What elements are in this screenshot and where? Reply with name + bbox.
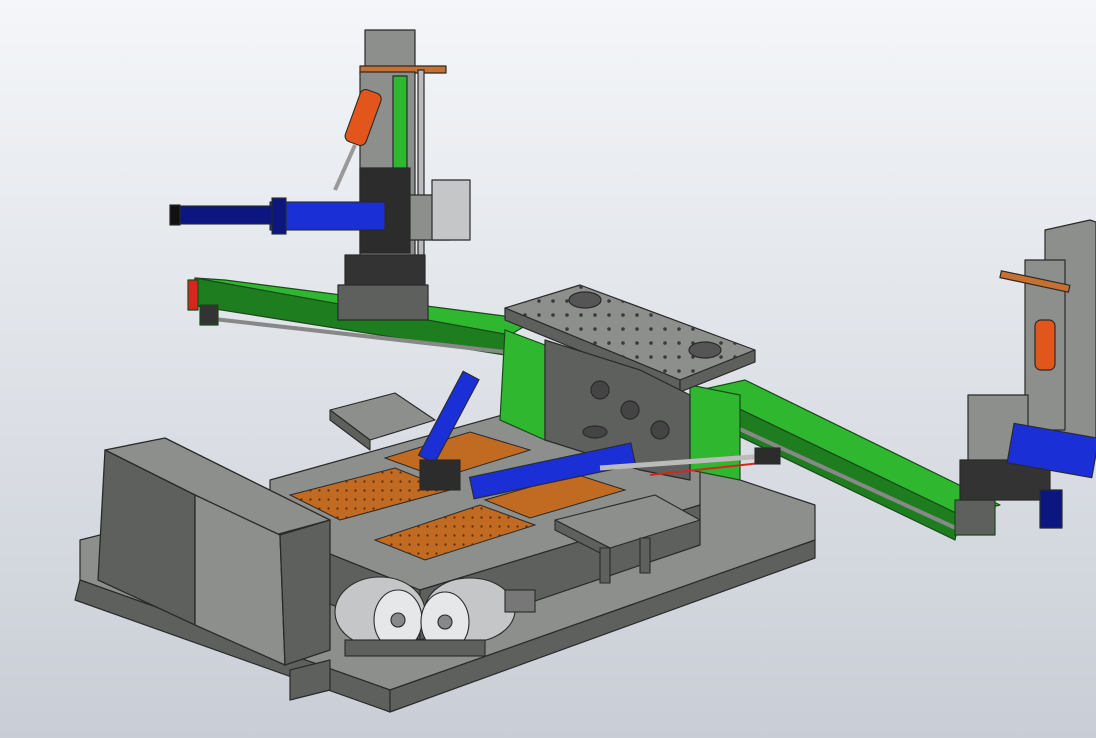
left-column-cap [364, 29, 416, 71]
turntable-bore-1 [568, 291, 602, 309]
right-platform-leg-2 [639, 537, 651, 574]
left-column-cylinder-small [431, 179, 471, 241]
motor-coupling [504, 589, 536, 613]
blue-horizontal-cylinder-body[interactable] [269, 201, 386, 231]
right-platform-leg-1 [599, 547, 611, 584]
center-cylinder-pivot [754, 447, 781, 465]
blue-horizontal-cylinder-end [169, 204, 181, 226]
cad-assembly-scene[interactable] [0, 0, 1096, 738]
motor-1-fan-hub [390, 612, 406, 628]
pedestal-hole-2 [620, 400, 640, 420]
center-cylinder-mount [419, 459, 461, 491]
upper-rail-red-stop[interactable] [187, 279, 199, 311]
orange-actuator-right[interactable] [1034, 319, 1056, 371]
motor-2-fan-hub [437, 614, 453, 630]
cad-viewport[interactable] [0, 0, 1096, 738]
blue-horizontal-cylinder-flange [271, 197, 287, 235]
cabinet-side [279, 519, 331, 666]
pedestal-slot [582, 425, 608, 439]
pedestal-hole-1 [590, 380, 610, 400]
blue-horizontal-cylinder-rod [169, 205, 273, 225]
green-support-left [499, 329, 546, 441]
pedestal-hole-3 [650, 420, 670, 440]
lower-rail-end-block [954, 499, 996, 536]
left-column-base-plate [337, 284, 429, 321]
upper-rail-end-block [199, 304, 219, 326]
turntable-bore-2 [688, 341, 722, 359]
motor-mount [344, 639, 486, 657]
right-blue-cylinder-lower [1039, 489, 1063, 529]
